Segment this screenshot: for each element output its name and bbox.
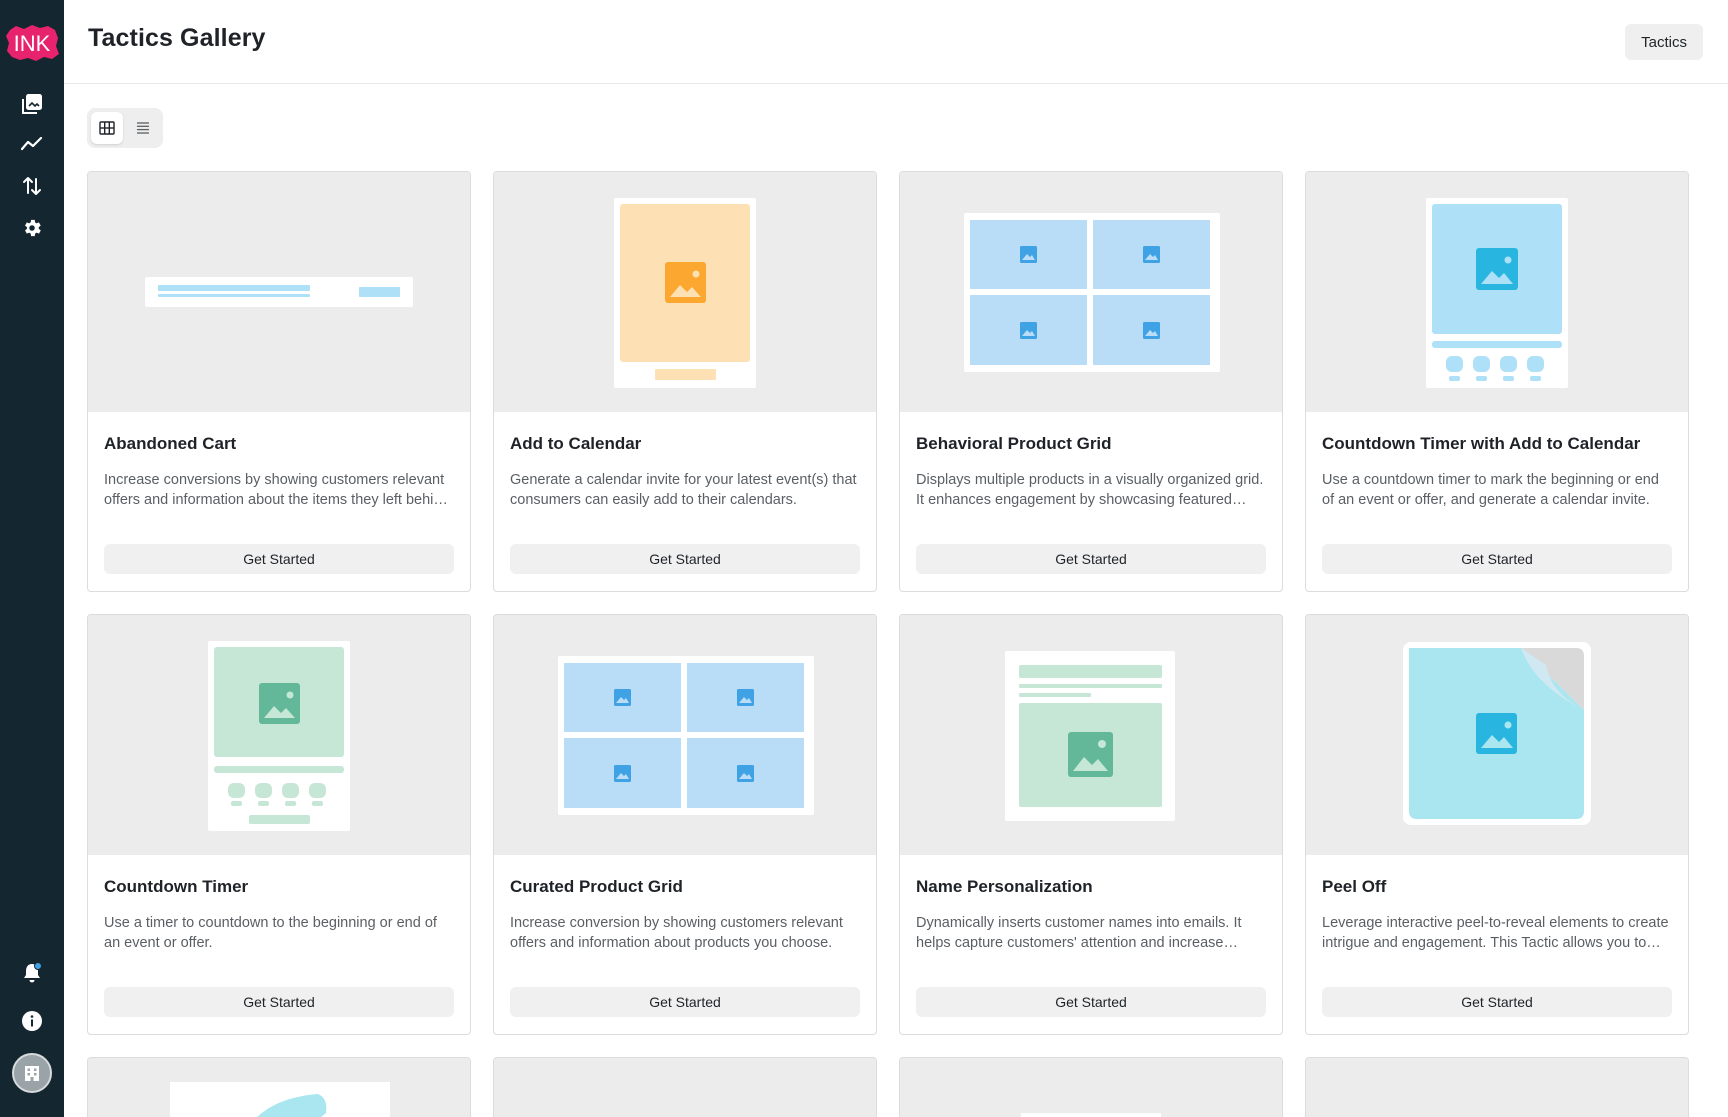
card-title: Add to Calendar: [510, 434, 642, 453]
get-started-button[interactable]: Get Started: [1322, 544, 1672, 574]
avatar[interactable]: [12, 1053, 52, 1093]
abandoned-cart-illustration: [145, 277, 413, 307]
get-started-button[interactable]: Get Started: [104, 544, 454, 574]
tactic-card-countdown-timer[interactable]: Countdown Timer Use a timer to countdown…: [87, 614, 471, 1035]
countdown-timer-illustration: [208, 641, 350, 831]
grid-view-button[interactable]: [91, 112, 123, 144]
tactic-card-name-personalization[interactable]: Name Personalization Dynamically inserts…: [899, 614, 1283, 1035]
get-started-button[interactable]: Get Started: [916, 544, 1266, 574]
gallery-icon[interactable]: [20, 92, 44, 116]
card-title: Countdown Timer with Add to Calendar: [1322, 434, 1641, 453]
card-preview: [88, 1058, 470, 1117]
tactic-card-partial[interactable]: [493, 1057, 877, 1117]
logo-text: INK: [14, 31, 51, 56]
gear-icon[interactable]: [20, 216, 44, 240]
card-title: Abandoned Cart: [104, 434, 237, 453]
tactic-card-partial[interactable]: [87, 1057, 471, 1117]
get-started-button[interactable]: Get Started: [916, 987, 1266, 1017]
analytics-icon[interactable]: [20, 132, 44, 156]
card-preview: [88, 172, 470, 412]
card-preview: [900, 1058, 1282, 1117]
add-to-calendar-illustration: [614, 198, 756, 388]
tactic-card-peel-off[interactable]: Peel Off Leverage interactive peel-to-re…: [1305, 614, 1689, 1035]
tactics-button[interactable]: Tactics: [1625, 24, 1703, 60]
countdown-calendar-illustration: [1426, 198, 1568, 388]
card-illustration: [1021, 1113, 1161, 1117]
card-preview: [494, 1058, 876, 1117]
card-preview: [1306, 172, 1688, 412]
peel-off-illustration: [1403, 642, 1591, 825]
card-description: Leverage interactive peel-to-reveal elem…: [1322, 915, 1669, 951]
card-title: Countdown Timer: [104, 877, 249, 896]
card-preview: [900, 172, 1282, 412]
card-preview: [1306, 615, 1688, 855]
view-toggle: [87, 108, 163, 148]
bell-icon[interactable]: [20, 961, 44, 985]
card-description: Use a timer to countdown to the beginnin…: [104, 915, 437, 951]
card-illustration: [170, 1082, 390, 1117]
card-preview: [494, 172, 876, 412]
sort-arrows-icon[interactable]: [20, 174, 44, 198]
card-title: Curated Product Grid: [510, 877, 683, 896]
name-personalization-illustration: [1005, 651, 1175, 821]
card-description: Use a countdown timer to mark the beginn…: [1322, 472, 1659, 508]
page-title: Tactics Gallery: [88, 24, 266, 52]
get-started-button[interactable]: Get Started: [510, 544, 860, 574]
card-description: Dynamically inserts customer names into …: [916, 915, 1242, 951]
tactic-card-curated-product-grid[interactable]: Curated Product Grid Increase conversion…: [493, 614, 877, 1035]
grid-icon: [99, 121, 115, 135]
list-icon: [137, 122, 149, 134]
info-icon[interactable]: [20, 1009, 44, 1033]
list-view-button[interactable]: [127, 112, 159, 144]
card-description: Increase conversion by showing customers…: [510, 915, 843, 951]
card-title: Behavioral Product Grid: [916, 434, 1112, 453]
tactic-card-add-to-calendar[interactable]: Add to Calendar Generate a calendar invi…: [493, 171, 877, 592]
notification-dot: [34, 962, 42, 970]
building-icon: [25, 1066, 39, 1081]
tactic-card-abandoned-cart[interactable]: Abandoned Cart Increase conversions by s…: [87, 171, 471, 592]
tactic-card-partial[interactable]: [899, 1057, 1283, 1117]
get-started-button[interactable]: Get Started: [510, 987, 860, 1017]
card-preview: [900, 615, 1282, 855]
ink-logo[interactable]: INK: [4, 24, 60, 62]
card-illustration: [494, 1058, 877, 1117]
card-description: Displays multiple products in a visually…: [916, 472, 1264, 508]
card-preview: [1306, 1058, 1688, 1117]
get-started-button[interactable]: Get Started: [104, 987, 454, 1017]
card-description: Generate a calendar invite for your late…: [510, 472, 857, 508]
sidebar: INK: [0, 0, 64, 1117]
card-preview: [494, 615, 876, 855]
tactic-card-countdown-timer-with-add-to-calendar[interactable]: Countdown Timer with Add to Calendar Use…: [1305, 171, 1689, 592]
tactic-card-partial[interactable]: [1305, 1057, 1689, 1117]
curated-product-grid-illustration: [558, 656, 814, 815]
card-preview: [88, 615, 470, 855]
tactic-card-behavioral-product-grid[interactable]: Behavioral Product Grid Displays multipl…: [899, 171, 1283, 592]
behavioral-product-grid-illustration: [964, 213, 1220, 372]
page-header: Tactics Gallery Tactics: [64, 0, 1728, 84]
get-started-button[interactable]: Get Started: [1322, 987, 1672, 1017]
card-description: Increase conversions by showing customer…: [104, 472, 450, 508]
card-title: Peel Off: [1322, 877, 1387, 896]
card-title: Name Personalization: [916, 877, 1093, 896]
